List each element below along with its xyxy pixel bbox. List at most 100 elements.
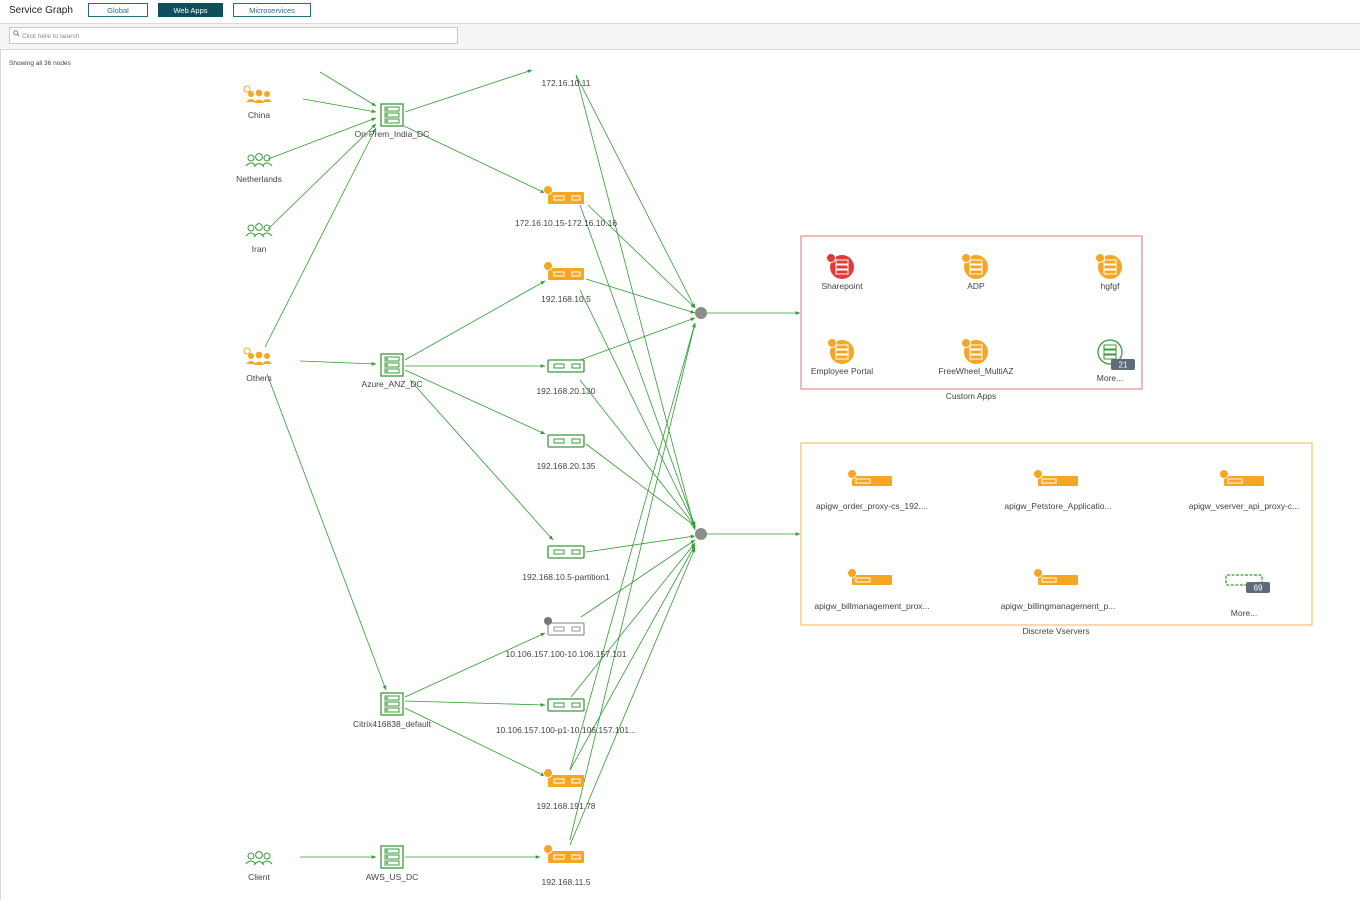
discrete-vservers-box — [800, 442, 1313, 626]
client-label: Others — [246, 373, 272, 383]
app-icon — [827, 338, 854, 364]
instance-label: 192.168.20.130 — [536, 386, 595, 396]
app-icon — [826, 253, 854, 279]
service-graph: Custom Apps Discrete Vservers China Neth… — [236, 69, 1313, 888]
count-badge-text: 21 — [1119, 361, 1128, 370]
app-icon — [1095, 253, 1122, 279]
graph-edge — [404, 280, 546, 361]
appliance-icon — [547, 698, 585, 712]
graph-edge — [299, 360, 377, 366]
vserver-node-apigw-billmanagement[interactable]: apigw_billmanagement_prox... — [814, 568, 930, 612]
instance-label: 192.168.10.5-partition1 — [522, 572, 610, 582]
vserver-label: apigw_Petstore_Applicatio... — [1004, 501, 1111, 511]
instance-label: 192.168.191.78 — [536, 801, 595, 811]
client-node-china[interactable]: China — [243, 85, 272, 120]
graph-edge — [404, 632, 546, 698]
count-badge-text: 69 — [1254, 584, 1263, 593]
vserver-node-apigw-petstore[interactable]: apigw_Petstore_Applicatio... — [1004, 469, 1112, 512]
app-node-employee-portal[interactable]: Employee Portal — [811, 338, 873, 377]
instance-node-192-168-11-5[interactable]: 192.168.11.5 — [542, 844, 591, 888]
app-label: Sharepoint — [821, 281, 863, 291]
vserver-icon — [1033, 568, 1078, 585]
graph-edge — [266, 373, 387, 691]
vserver-label: More... — [1231, 608, 1257, 618]
app-node-adp[interactable]: ADP — [961, 253, 989, 292]
vserver-label: apigw_vserver_api_proxy-c... — [1189, 501, 1300, 511]
instance-node-10-106-157-100[interactable]: 10.106.157.100-10.106.157.101 — [505, 617, 627, 659]
app-label: ADP — [967, 281, 985, 291]
vserver-icon — [847, 469, 892, 486]
app-label: FreeWheel_MultiAZ — [938, 366, 1013, 376]
client-label: Iran — [252, 244, 267, 254]
instance-label: 10.106.157.100-p1-10.106.157.101... — [496, 725, 636, 735]
instance-label: 172.16.10.15-172.16.10.16 — [515, 218, 617, 228]
vserver-icon — [1033, 469, 1078, 486]
graph-edge — [579, 379, 696, 527]
vserver-node-apigw-vserver-api[interactable]: apigw_vserver_api_proxy-c... — [1189, 469, 1300, 512]
datacenter-node-aws-us[interactable]: AWS_US_DC — [366, 845, 419, 882]
datacenter-label: Azure_ANZ_DC — [362, 379, 423, 389]
users-icon — [243, 85, 272, 103]
instance-node-192-168-20-135[interactable]: 192.168.20.135 — [536, 434, 596, 471]
instance-label: 10.106.157.100-10.106.157.101 — [505, 649, 626, 659]
graph-edge — [302, 98, 377, 114]
app-label: hgfgf — [1101, 281, 1121, 291]
hub-node-apps[interactable] — [695, 307, 707, 319]
app-node-more[interactable]: 21 More... — [1097, 339, 1135, 383]
client-label: Client — [248, 872, 270, 882]
app-icon — [961, 338, 988, 364]
users-icon — [243, 347, 272, 365]
users-icon — [245, 223, 273, 238]
appliance-icon — [543, 261, 584, 280]
appliance-icon — [543, 844, 584, 863]
vserver-node-apigw-billingmanagement[interactable]: apigw_billingmanagement_p... — [1001, 568, 1116, 612]
vserver-label: apigw_billmanagement_prox... — [814, 601, 929, 611]
app-label: Employee Portal — [811, 366, 873, 376]
users-icon — [245, 851, 273, 866]
client-label: China — [248, 110, 270, 120]
client-node-client[interactable]: Client — [245, 851, 273, 882]
instance-node-192-168-10-5[interactable]: 192.168.10.5 — [541, 261, 591, 305]
graph-edge — [409, 379, 554, 541]
instance-node-192-168-191-78[interactable]: 192.168.191.78 — [536, 768, 596, 812]
instance-node-192-168-20-130[interactable]: 192.168.20.130 — [536, 359, 596, 396]
users-icon — [245, 153, 273, 168]
edges-layer — [264, 69, 800, 859]
appliance-icon — [547, 359, 585, 373]
client-node-iran[interactable]: Iran — [245, 223, 273, 254]
instance-label: 172.16.10.11 — [542, 78, 591, 88]
client-node-others[interactable]: Others — [243, 347, 272, 383]
vserver-node-more[interactable]: 69 More... — [1225, 574, 1270, 618]
graph-edge — [264, 127, 377, 348]
graph-edge — [404, 369, 546, 435]
instance-label: 192.168.20.135 — [536, 461, 595, 471]
hub-node-vservers[interactable] — [695, 528, 707, 540]
graph-edge — [575, 74, 696, 309]
vserver-node-apigw-order-proxy[interactable]: apigw_order_proxy-cs_192.... — [816, 469, 928, 512]
instance-node-192-168-10-5-partition1[interactable]: 192.168.10.5-partition1 — [522, 545, 610, 582]
client-node-netherlands[interactable]: Netherlands — [236, 153, 282, 184]
graph-edge — [319, 71, 377, 107]
app-node-freewheel-multiaz[interactable]: FreeWheel_MultiAZ — [938, 338, 1014, 377]
appliance-icon — [547, 434, 585, 448]
graph-edge — [585, 278, 696, 314]
datacenter-label: AWS_US_DC — [366, 872, 419, 882]
datacenter-node-azure-anz[interactable]: Azure_ANZ_DC — [362, 353, 423, 389]
client-label: Netherlands — [236, 174, 282, 184]
app-icon — [961, 253, 988, 279]
custom-apps-title: Custom Apps — [946, 391, 997, 401]
app-node-sharepoint[interactable]: Sharepoint — [821, 253, 863, 292]
graph-edge — [404, 69, 533, 113]
datacenter-node-citrix416838[interactable]: Citrix416838_default — [353, 692, 432, 729]
appliance-icon — [543, 185, 584, 204]
instance-label: 192.168.10.5 — [541, 294, 591, 304]
instance-node-172-16-10-15[interactable]: 172.16.10.15-172.16.10.16 — [515, 185, 617, 229]
appliance-icon — [547, 545, 585, 559]
instance-label: 192.168.11.5 — [542, 877, 591, 887]
appliance-icon — [544, 617, 585, 636]
app-node-hgfgf[interactable]: hgfgf — [1095, 253, 1123, 292]
vserver-label: apigw_order_proxy-cs_192.... — [816, 501, 928, 511]
datacenter-icon — [380, 845, 404, 869]
instance-node-172-16-10-11[interactable]: 172.16.10.11 — [542, 78, 591, 88]
graph-edge — [579, 317, 696, 361]
